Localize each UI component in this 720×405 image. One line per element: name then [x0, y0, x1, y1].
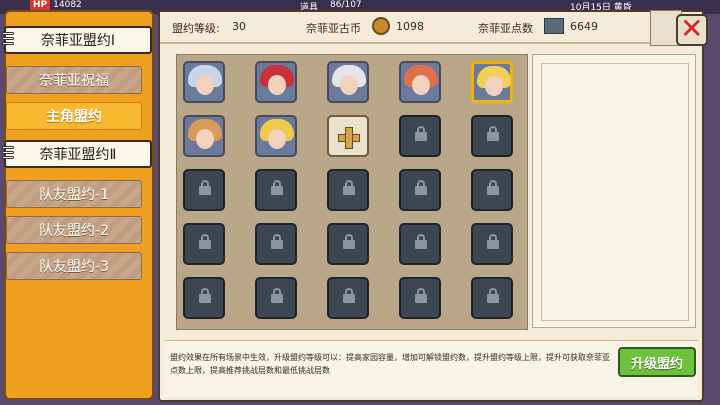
sidebar-item-label: 奈菲亚祝福 [39, 73, 109, 89]
locked-slot[interactable] [183, 277, 225, 319]
face-icon [268, 129, 286, 149]
sidebar-item-2[interactable]: 奈菲亚祝福 [6, 66, 142, 94]
lock-body [415, 240, 427, 249]
lock-body [487, 186, 499, 195]
level-label: 盟约等级: [172, 22, 220, 35]
lock-body [415, 132, 427, 141]
sidebar-item-4[interactable]: 奈菲亚盟约Ⅱ [2, 140, 152, 168]
character-portrait[interactable] [183, 115, 225, 157]
lock-body [199, 294, 211, 303]
locked-slot[interactable] [471, 277, 513, 319]
close-icon: ✕ [680, 12, 704, 45]
lock-body [415, 186, 427, 195]
character-portrait[interactable] [255, 115, 297, 157]
face-icon [412, 75, 430, 95]
lock-body [271, 294, 283, 303]
lock-body [415, 294, 427, 303]
locked-slot[interactable] [471, 169, 513, 211]
locked-slot[interactable] [399, 223, 441, 265]
item-count: 86/107 [330, 0, 362, 10]
lock-body [271, 186, 283, 195]
character-portrait[interactable] [327, 61, 369, 103]
lock-body [487, 132, 499, 141]
lock-body [487, 294, 499, 303]
locked-slot[interactable] [471, 223, 513, 265]
sidebar-item-6[interactable]: 队友盟约-2 [6, 216, 142, 244]
covenant-description: 盟约效果在所有场景中生效，升级盟约等级可以：提高家园容量，增加可解锁盟约数，提升… [170, 353, 610, 375]
locked-slot[interactable] [327, 169, 369, 211]
face-icon [485, 76, 503, 96]
sidebar-item-3[interactable]: 主角盟约 [6, 102, 142, 130]
level-value: 30 [232, 20, 246, 33]
character-portrait[interactable] [399, 61, 441, 103]
locked-slot[interactable] [327, 277, 369, 319]
locked-slot[interactable] [255, 223, 297, 265]
locked-slot[interactable] [399, 169, 441, 211]
add-slot[interactable] [327, 115, 369, 157]
footer-bar: 盟约效果在所有场景中生效，升级盟约等级可以：提高家园容量，增加可解锁盟约数，提升… [164, 340, 698, 397]
face-icon [196, 75, 214, 95]
locked-slot[interactable] [399, 277, 441, 319]
sidebar-item-label: 奈菲亚盟约Ⅱ [39, 147, 117, 163]
covenant-detail-panel [532, 54, 696, 328]
coin-label: 奈菲亚古币 [306, 22, 361, 35]
lock-body [199, 240, 211, 249]
detail-frame [541, 63, 689, 321]
character-portrait[interactable] [471, 61, 513, 103]
points-label: 奈菲亚点数 [478, 22, 533, 35]
sidebar-item-label: 奈菲亚盟约Ⅰ [40, 33, 116, 49]
lock-body [343, 186, 355, 195]
plus-icon-vertical [345, 127, 353, 149]
sidebar-item-7[interactable]: 队友盟约-3 [6, 252, 142, 280]
locked-slot[interactable] [183, 169, 225, 211]
lock-body [271, 240, 283, 249]
currency-bar: 盟约等级: 30 奈菲亚古币 1098 奈菲亚点数 6649 [160, 12, 702, 44]
sidebar-item-5[interactable]: 队友盟约-1 [6, 180, 142, 208]
face-icon [340, 75, 358, 95]
locked-slot[interactable] [255, 169, 297, 211]
lock-body [343, 240, 355, 249]
sidebar-item-label: 队友盟约-1 [39, 187, 109, 203]
sidebar-item-1[interactable]: 奈菲亚盟约Ⅰ [2, 26, 152, 54]
character-portrait[interactable] [183, 61, 225, 103]
points-value: 6649 [570, 20, 598, 33]
coin-icon [372, 17, 390, 35]
lock-body [487, 240, 499, 249]
spiral-icon [2, 146, 14, 164]
close-button[interactable]: ✕ [676, 12, 708, 46]
coin-value: 1098 [396, 20, 424, 33]
lock-body [343, 294, 355, 303]
points-card-icon [544, 18, 564, 34]
hp-indicator: HP 14082 [30, 0, 82, 10]
covenant-panel: 盟约等级: 30 奈菲亚古币 1098 奈菲亚点数 6649 盟约效果在所有场景… [158, 10, 704, 402]
upgrade-covenant-button[interactable]: 升级盟约 [618, 347, 696, 377]
covenant-grid [176, 54, 528, 330]
sidebar-item-label: 主角盟约 [46, 109, 102, 125]
locked-slot[interactable] [399, 115, 441, 157]
face-icon [196, 129, 214, 149]
sidebar-item-label: 队友盟约-2 [39, 223, 109, 239]
spiral-icon [2, 32, 14, 50]
locked-slot[interactable] [255, 277, 297, 319]
locked-slot[interactable] [471, 115, 513, 157]
locked-slot[interactable] [327, 223, 369, 265]
character-portrait[interactable] [255, 61, 297, 103]
sidebar-item-label: 队友盟约-3 [39, 259, 109, 275]
face-icon [268, 75, 286, 95]
locked-slot[interactable] [183, 223, 225, 265]
lock-body [199, 186, 211, 195]
